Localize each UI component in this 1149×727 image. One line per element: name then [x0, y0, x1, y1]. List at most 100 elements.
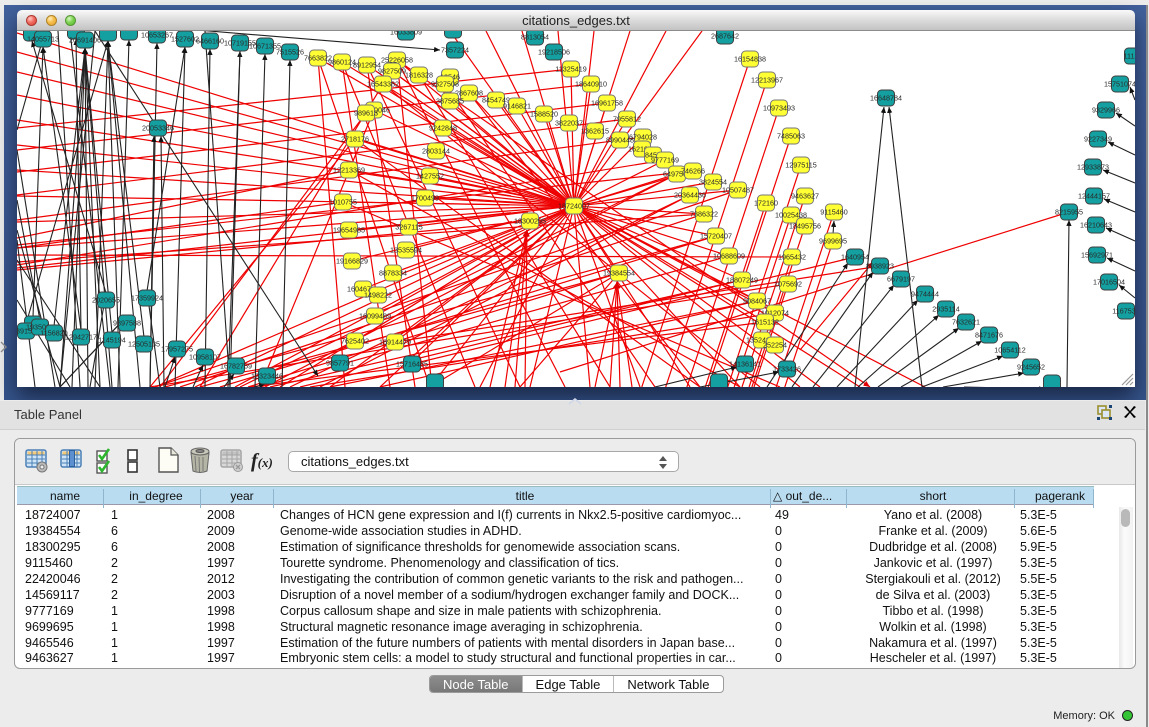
svg-text:9146821: 9146821 — [503, 102, 531, 111]
svg-text:746266: 746266 — [681, 167, 705, 176]
svg-text:19166829: 19166829 — [336, 257, 368, 266]
svg-text:252254: 252254 — [763, 341, 787, 350]
svg-text:7625402: 7625402 — [341, 337, 369, 346]
svg-text:1615132: 1615132 — [751, 318, 779, 327]
svg-text:8878334: 8878334 — [379, 269, 407, 278]
svg-text:989613: 989613 — [354, 109, 378, 118]
svg-text:9827509: 9827509 — [378, 67, 406, 76]
svg-text:9084067: 9084067 — [743, 297, 771, 306]
svg-text:9242848: 9242848 — [429, 124, 457, 133]
svg-text:8471676: 8471676 — [975, 331, 1003, 340]
svg-text:1498222: 1498222 — [364, 291, 392, 300]
svg-text:7632621: 7632621 — [952, 318, 980, 327]
svg-text:16033809: 16033809 — [390, 31, 422, 37]
svg-text:8938923: 8938923 — [866, 262, 894, 271]
svg-text:12444157: 12444157 — [1078, 192, 1110, 201]
svg-text:2718176: 2718176 — [341, 135, 369, 144]
svg-text:12933873: 12933873 — [1077, 163, 1109, 172]
svg-text:1816328: 1816328 — [405, 71, 433, 80]
svg-text:18807249: 18807249 — [726, 276, 758, 285]
svg-text:10973493: 10973493 — [763, 104, 795, 113]
svg-text:1075692: 1075692 — [774, 280, 802, 289]
svg-text:12505135: 12505135 — [128, 340, 160, 349]
svg-text:7357224: 7357224 — [441, 46, 469, 55]
svg-text:19654985: 19654985 — [333, 226, 365, 235]
svg-text:1427552: 1427552 — [416, 172, 444, 181]
svg-text:172160: 172160 — [754, 199, 778, 208]
svg-text:19384554: 19384554 — [603, 269, 635, 278]
svg-text:9463627: 9463627 — [791, 192, 819, 201]
svg-text:14055713: 14055713 — [27, 35, 59, 44]
svg-text:18640910: 18640910 — [575, 80, 607, 89]
svg-text:18495756: 18495756 — [789, 222, 821, 231]
svg-text:1700499: 1700499 — [411, 194, 439, 203]
svg-text:8813054: 8813054 — [521, 33, 549, 42]
svg-text:20364436: 20364436 — [674, 191, 706, 200]
svg-text:19218506: 19218506 — [538, 48, 570, 57]
svg-text:9329966: 9329966 — [1092, 106, 1120, 115]
svg-text:12323446: 12323446 — [251, 372, 283, 381]
svg-text:15692971: 15692971 — [1081, 251, 1113, 260]
svg-text:11325419: 11325419 — [555, 65, 586, 74]
svg-text:9474444: 9474444 — [911, 290, 939, 299]
svg-text:20053346: 20053346 — [142, 124, 174, 133]
svg-text:16782759: 16782759 — [220, 362, 252, 371]
svg-text:7955812: 7955812 — [613, 115, 641, 124]
svg-text:10958107: 10958107 — [189, 353, 221, 362]
svg-text:9245652: 9245652 — [1017, 363, 1045, 372]
svg-text:14136141: 14136141 — [729, 360, 761, 369]
svg-text:7386322: 7386322 — [690, 210, 718, 219]
svg-text:18724007: 18724007 — [558, 202, 590, 211]
svg-text:3875685: 3875685 — [436, 97, 464, 106]
svg-text:9115460: 9115460 — [820, 208, 847, 217]
svg-text:11124: 11124 — [1124, 52, 1135, 61]
svg-text:10653267: 10653267 — [141, 31, 173, 40]
svg-text:12213967: 12213967 — [751, 76, 783, 85]
svg-text:9857791: 9857791 — [326, 359, 354, 368]
svg-text:16099489: 16099489 — [359, 312, 391, 321]
svg-text:16543382: 16543382 — [367, 80, 399, 89]
svg-text:20691406: 20691406 — [69, 36, 101, 45]
svg-text:16648784: 16648784 — [870, 94, 902, 103]
svg-text:10654112: 10654112 — [994, 346, 1025, 355]
svg-text:15751074: 15751074 — [1104, 80, 1135, 89]
svg-text:7515526: 7515526 — [276, 48, 304, 57]
svg-text:8912954: 8912954 — [353, 61, 381, 70]
svg-text:1145194: 1145194 — [98, 336, 125, 345]
svg-text:18300295: 18300295 — [514, 217, 546, 226]
svg-text:1733426: 1733426 — [773, 365, 801, 374]
svg-text:15716485: 15716485 — [396, 360, 428, 369]
svg-text:7485063: 7485063 — [777, 132, 805, 141]
svg-text:2803144: 2803144 — [422, 147, 450, 156]
svg-text:16154838: 16154838 — [734, 55, 766, 64]
svg-text:12975115: 12975115 — [785, 161, 816, 170]
svg-text:10507487: 10507487 — [722, 186, 754, 195]
svg-text:1362615: 1362615 — [581, 127, 609, 136]
svg-text:16914479: 16914479 — [379, 338, 411, 347]
svg-text:2020655: 2020655 — [92, 296, 120, 305]
svg-text:15720407: 15720407 — [700, 232, 732, 241]
svg-text:10688609: 10688609 — [713, 252, 745, 261]
svg-text:2687642: 2687642 — [711, 32, 739, 41]
svg-text:6679197: 6679197 — [887, 275, 915, 284]
svg-text:9227349: 9227349 — [1084, 135, 1112, 144]
svg-text:6794028: 6794028 — [629, 133, 657, 142]
svg-text:9860124: 9860124 — [328, 58, 356, 67]
svg-text:9699695: 9699695 — [819, 237, 847, 246]
svg-text:1527602: 1527602 — [171, 35, 199, 44]
svg-text:17359924: 17359924 — [131, 294, 163, 303]
svg-text:16210643: 16210643 — [1080, 221, 1112, 230]
svg-text:3267115: 3267115 — [395, 223, 422, 232]
svg-text:1167531: 1167531 — [1112, 307, 1135, 316]
svg-text:2935114: 2935114 — [932, 305, 959, 314]
svg-text:1588520: 1588520 — [530, 110, 558, 119]
svg-text:1010755: 1010755 — [329, 198, 357, 207]
svg-text:1965432: 1965432 — [778, 253, 806, 262]
svg-text:9777169: 9777169 — [651, 156, 679, 165]
svg-text:9327508: 9327508 — [431, 80, 459, 89]
svg-text:12213369: 12213369 — [333, 166, 365, 175]
svg-text:9897588: 9897588 — [113, 319, 141, 328]
svg-text:6466160: 6466160 — [196, 37, 224, 46]
svg-text:1156829: 1156829 — [40, 329, 67, 338]
svg-text:1640954: 1640954 — [841, 253, 869, 262]
